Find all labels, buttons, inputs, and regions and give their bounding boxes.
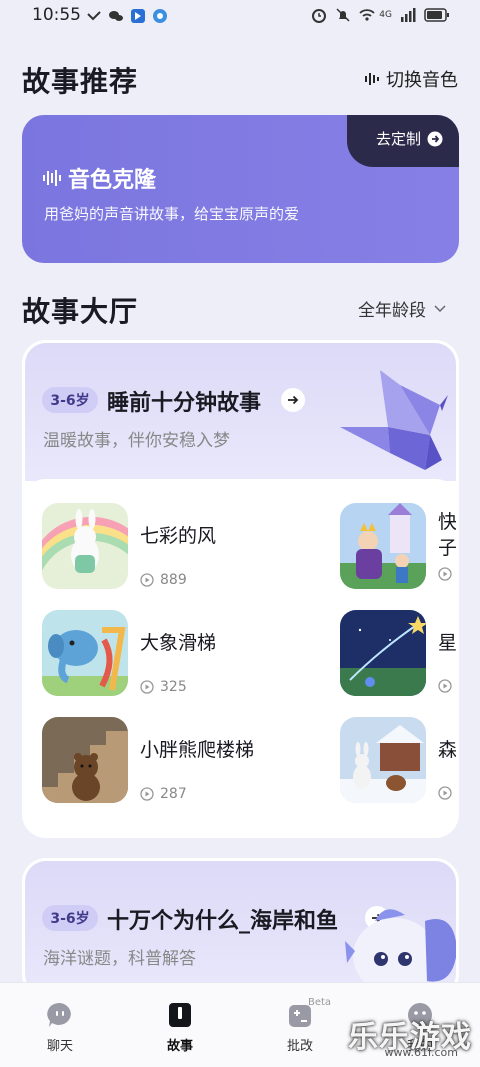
play-count: 287 [160, 786, 187, 802]
play-circle-icon [438, 567, 452, 581]
story-thumbnail [340, 610, 426, 696]
chat-icon [47, 1002, 71, 1027]
page-title: 故事推荐 [22, 65, 139, 98]
status-time: 10:55 [32, 5, 81, 25]
story-title: 小胖熊爬楼梯 [140, 739, 255, 761]
story-thumbnail [340, 717, 426, 803]
switch-voice-label: 切换音色 [386, 70, 458, 91]
story-list: 七彩的风 889 快子 大象滑梯 325 星 小胖熊爬楼梯 287 森 [25, 479, 458, 835]
customize-label: 去定制 [375, 130, 421, 148]
collection-card[interactable]: 3-6岁 睡前十分钟故事 温暖故事，伴你安稳入梦 七彩的风 889 快子 大象滑… [22, 340, 459, 838]
rabbit-rainbow-icon [42, 503, 128, 589]
play-circle-icon [140, 680, 154, 694]
age-filter-dropdown[interactable]: 全年龄段 [358, 296, 446, 321]
collection-header[interactable]: 3-6岁 十万个为什么_海岸和鱼 海洋谜题，科普解答 [25, 861, 456, 995]
play-count: 889 [160, 572, 187, 588]
story-item[interactable]: 森 [340, 717, 458, 807]
play-circle-icon [438, 679, 452, 693]
nav-story[interactable]: 故事 [150, 1001, 210, 1054]
hall-title: 故事大厅 [22, 295, 139, 328]
collection-subtitle: 海洋谜题，科普解答 [43, 949, 196, 969]
clone-title-row: 音色克隆 [42, 162, 156, 194]
arrow-right-circle-icon [427, 131, 443, 146]
age-badge: 3-6岁 [42, 905, 98, 931]
collection-title: 十万个为什么_海岸和鱼 [107, 909, 339, 934]
story-item[interactable]: 小胖熊爬楼梯 287 [42, 717, 254, 807]
missed-call-icon [87, 11, 101, 21]
story-item[interactable]: 大象滑梯 325 [42, 610, 216, 700]
switch-voice-button[interactable]: 切换音色 [364, 66, 458, 92]
nav-label: 故事 [166, 1039, 193, 1054]
story-title: 星 [438, 632, 458, 654]
system-icons: 4G [311, 7, 450, 23]
soundwave-icon [43, 170, 61, 186]
story-title: 森 [438, 739, 458, 761]
king-castle-icon [340, 503, 426, 589]
clone-subtitle: 用爸妈的声音讲故事，给宝宝原声的爱 [44, 205, 300, 223]
collection-arrow-button[interactable] [281, 388, 305, 412]
elephant-slide-icon [42, 610, 128, 696]
signal-icon [401, 8, 416, 22]
play-circle-icon [438, 786, 452, 800]
app-notification-icon [131, 9, 145, 23]
voice-clone-banner[interactable]: 去定制 音色克隆 用爸妈的声音讲故事，给宝宝原声的爱 [22, 115, 459, 263]
paper-crane-icon [340, 370, 448, 470]
collection-header[interactable]: 3-6岁 睡前十分钟故事 温暖故事，伴你安稳入梦 [25, 343, 456, 481]
nav-label: 聊天 [46, 1039, 73, 1054]
arrow-right-icon [288, 395, 299, 405]
chevron-down-icon [434, 304, 446, 312]
story-item[interactable]: 七彩的风 889 [42, 503, 216, 593]
story-title: 快子 [438, 511, 458, 559]
battery-icon [424, 8, 449, 22]
age-badge: 3-6岁 [42, 387, 98, 413]
wifi-icon [359, 9, 375, 21]
story-item[interactable]: 星 [340, 610, 458, 700]
bear-stairs-icon [42, 717, 128, 803]
story-thumbnail [42, 610, 128, 696]
story-item[interactable]: 快子 [340, 503, 458, 593]
watermark-url: www.61l.com [384, 1046, 458, 1059]
soundwave-icon [365, 73, 379, 85]
shooting-star-icon [340, 610, 426, 696]
story-title: 大象滑梯 [140, 632, 217, 654]
story-thumbnail [340, 503, 426, 589]
nav-correct[interactable]: Beta 批改 [270, 997, 331, 1054]
play-circle-icon [140, 573, 154, 587]
story-play-count: 325 [140, 679, 216, 695]
story-play-count [438, 786, 456, 800]
story-thumbnail [42, 717, 128, 803]
beta-badge: Beta [308, 997, 332, 1008]
network-label: 4G [379, 10, 392, 20]
story-thumbnail [42, 503, 128, 589]
play-circle-icon [140, 787, 154, 801]
collection-subtitle: 温暖故事，伴你安稳入梦 [43, 431, 230, 451]
nav-label: 批改 [286, 1039, 313, 1054]
play-count: 325 [160, 679, 187, 695]
browser-icon [153, 9, 167, 23]
wechat-icon [109, 11, 123, 21]
status-bar: 10:55 4G [0, 0, 480, 36]
nav-chat[interactable]: 聊天 [30, 1001, 90, 1054]
story-play-count [438, 679, 456, 693]
customize-button[interactable]: 去定制 [347, 115, 459, 167]
alarm-icon [312, 9, 327, 23]
story-play-count [438, 567, 456, 581]
story-title: 七彩的风 [140, 525, 217, 547]
collection-card[interactable]: 3-6岁 十万个为什么_海岸和鱼 海洋谜题，科普解答 [22, 858, 459, 998]
story-play-count: 889 [140, 572, 216, 588]
notification-icons [86, 8, 168, 24]
age-filter-label: 全年龄段 [358, 301, 426, 321]
story-play-count: 287 [140, 786, 254, 802]
mute-icon [336, 8, 350, 22]
collection-title: 睡前十分钟故事 [107, 391, 262, 416]
snow-cabin-icon [340, 717, 426, 803]
book-icon [169, 1003, 191, 1027]
clone-title: 音色克隆 [68, 168, 157, 193]
